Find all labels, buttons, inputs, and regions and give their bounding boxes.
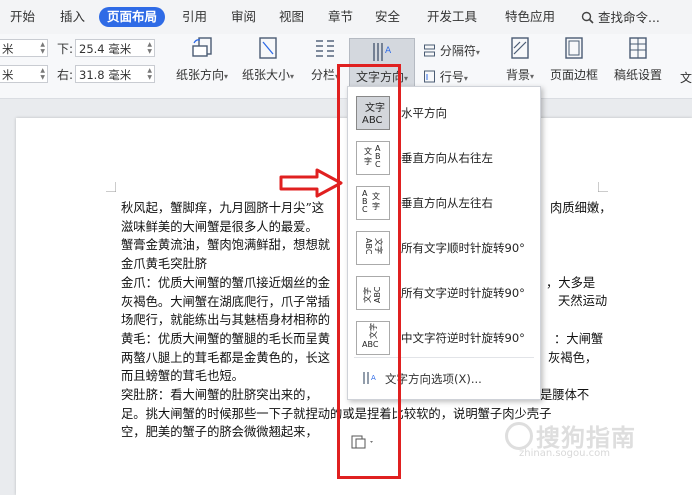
doc-right-fragments: 肉质细嫩， ，大多是 天然运动 ：大闸蟹 灰褐色， 是腰体不 xyxy=(540,199,612,405)
tab-references[interactable]: 引用 xyxy=(182,7,207,27)
menu-item-label: 中文字符逆时针旋转90° xyxy=(401,331,525,345)
ribbon-tab-bar: 开始 插入 页面布局 引用 审阅 视图 章节 安全 开发工具 特色应用 查找命令… xyxy=(0,0,692,34)
search-icon xyxy=(581,11,594,24)
page-border-icon xyxy=(565,37,583,59)
page-border-button[interactable]: 页面边框 xyxy=(548,36,600,83)
paper-size-button[interactable]: 纸张大小▾ xyxy=(238,36,298,83)
manuscript-icon xyxy=(629,37,647,59)
doc-fragment: 是腰体不 xyxy=(540,387,590,402)
red-arrow-icon xyxy=(279,168,343,198)
paper-size-icon xyxy=(259,37,277,59)
doc-fragment: 肉质细嫩， xyxy=(550,201,612,215)
highlight-box xyxy=(337,64,401,479)
margin-right-label: 右: xyxy=(57,68,74,82)
margin-bottom-label: 下: xyxy=(57,42,74,56)
text-direction-icon: A xyxy=(373,43,392,61)
tab-page-layout[interactable]: 页面布局 xyxy=(99,7,166,27)
search-label: 查找命令... xyxy=(597,10,660,25)
tab-chapter[interactable]: 章节 xyxy=(328,7,353,27)
doc-fragment: ，大多是 xyxy=(546,275,596,290)
tab-view[interactable]: 视图 xyxy=(279,7,304,27)
orientation-button[interactable]: 纸张方向▾ xyxy=(172,36,232,83)
background-icon xyxy=(511,37,529,59)
separator-button[interactable]: 分隔符▾ xyxy=(423,42,480,59)
search-command[interactable]: 查找命令... xyxy=(581,7,660,26)
background-button[interactable]: 背景▾ xyxy=(500,36,540,83)
tab-special[interactable]: 特色应用 xyxy=(505,7,555,27)
margin-right-field[interactable]: 31.8 毫米 ▲ ▼ xyxy=(75,65,155,83)
cut-off-tool[interactable]: 文 xyxy=(680,69,692,86)
margin-corner-mark xyxy=(598,182,608,192)
doc-fragment: 天然运动 xyxy=(558,294,608,309)
columns-icon xyxy=(316,40,334,57)
orientation-icon xyxy=(192,37,212,57)
menu-item-label: 水平方向 xyxy=(401,106,447,120)
margin-bottom-field[interactable]: 25.4 毫米 ▲ ▼ xyxy=(75,39,155,57)
watermark-url: zhinan.sogou.com xyxy=(519,448,611,459)
line-number-icon xyxy=(424,70,435,83)
margin-left-bottom-field[interactable]: 米 ▲ ▼ xyxy=(0,65,48,83)
svg-text:A: A xyxy=(385,46,392,56)
doc-fragment: ：大闸蟹 xyxy=(554,331,604,346)
tab-security[interactable]: 安全 xyxy=(375,7,400,27)
margin-left-top-field[interactable]: 米 ▲ ▼ xyxy=(0,39,48,57)
tab-home[interactable]: 开始 xyxy=(10,7,35,27)
menu-item-label: 垂直方向从左往右 xyxy=(401,196,493,210)
watermark-logo-icon xyxy=(505,422,533,450)
line-number-button[interactable]: 行号▾ xyxy=(423,68,468,85)
tab-insert[interactable]: 插入 xyxy=(60,7,85,27)
doc-fragment: 灰褐色， xyxy=(548,350,598,365)
margin-corner-mark xyxy=(106,182,116,192)
separator-icon xyxy=(424,44,435,57)
manuscript-button[interactable]: 稿纸设置 xyxy=(612,36,664,83)
tab-developer[interactable]: 开发工具 xyxy=(427,7,477,27)
tab-review[interactable]: 审阅 xyxy=(231,7,256,27)
menu-item-label: 所有文字顺时针旋转90° xyxy=(401,241,525,255)
menu-item-label: 垂直方向从右往左 xyxy=(401,151,493,165)
menu-item-label: 所有文字逆时针旋转90° xyxy=(401,286,525,300)
